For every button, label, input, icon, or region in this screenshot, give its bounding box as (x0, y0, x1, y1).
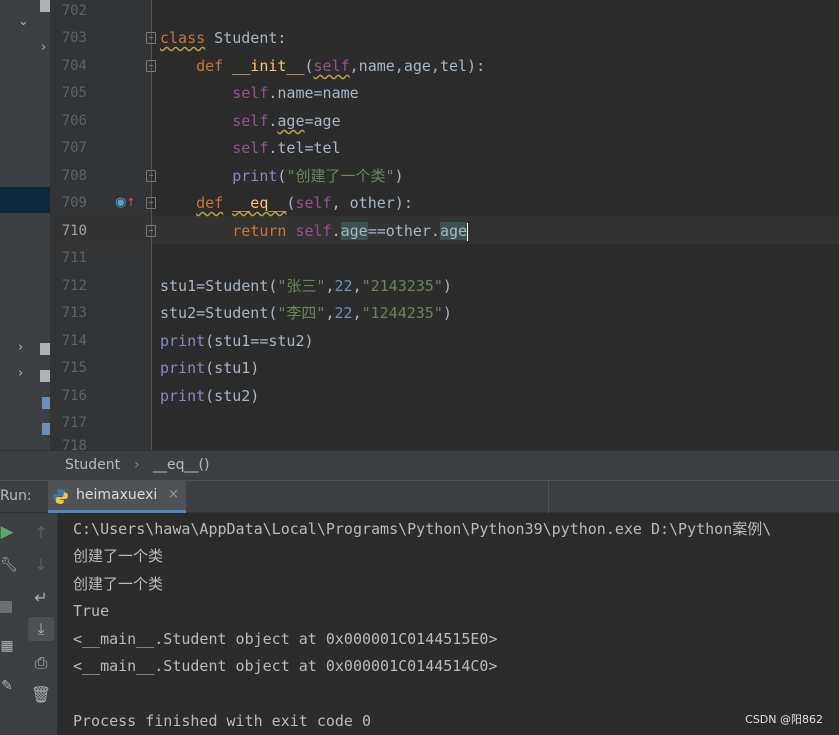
fold-marker-icon[interactable] (146, 32, 156, 44)
chevron-right-icon[interactable]: › (41, 40, 46, 55)
console-line: True (73, 602, 110, 620)
line-number: 706 (61, 113, 87, 129)
close-icon[interactable]: × (168, 487, 179, 502)
fold-marker-icon[interactable] (146, 170, 156, 182)
line-number: 711 (61, 250, 87, 266)
line-number: 708 (61, 168, 87, 184)
line-number: 715 (61, 360, 87, 376)
wrench-icon[interactable]: 🔧︎ (0, 553, 18, 577)
line-number: 709 (61, 195, 87, 211)
fold-marker-icon[interactable] (146, 197, 156, 209)
line-number: 707 (61, 140, 87, 156)
line-number: 716 (61, 388, 87, 404)
code-line: print("创建了一个类") (232, 167, 404, 185)
trash-icon[interactable]: 🗑︎ (29, 683, 53, 707)
code-line: self.name=name (232, 84, 359, 102)
project-panel-strip (0, 451, 50, 481)
scroll-up-icon[interactable]: ↑ (29, 521, 53, 545)
breadcrumb-separator: › (134, 457, 140, 473)
line-number: 717 (61, 415, 87, 431)
code-line: def __init__(self,name,age,tel): (196, 57, 486, 75)
chevron-down-icon[interactable]: ⌄ (18, 14, 29, 29)
breadcrumb: Student › __eq__() (0, 450, 839, 481)
run-tab[interactable]: heimaxuexi × (48, 481, 186, 513)
code-line: self.tel=tel (232, 139, 341, 157)
breadcrumb-class[interactable]: Student (65, 457, 120, 473)
console-line: <__main__.Student object at 0x000001C014… (73, 630, 498, 648)
divider (548, 481, 549, 514)
console-line: Process finished with exit code 0 (73, 712, 372, 730)
code-line: print(stu1) (160, 359, 260, 377)
code-line: def __eq__(self, other): (196, 194, 413, 212)
code-line: stu1=Student("张三",22,"2143235") (160, 277, 452, 295)
python-icon (53, 489, 68, 504)
fold-marker-icon[interactable] (146, 225, 156, 237)
code-line: print(stu2) (160, 387, 260, 405)
stop-icon[interactable] (0, 601, 12, 613)
line-number: 703 (61, 30, 87, 46)
project-selected-row[interactable] (0, 187, 50, 213)
folder-icon (40, 370, 50, 382)
line-number: 704 (61, 58, 87, 74)
console-line: <__main__.Student object at 0x000001C014… (73, 657, 498, 675)
line-number: 718 (61, 438, 87, 450)
chevron-right-icon[interactable]: › (18, 366, 23, 381)
breadcrumb-method[interactable]: __eq__() (153, 457, 209, 473)
pin-icon[interactable]: ✎ (0, 674, 14, 698)
run-tool-window-header: Run: heimaxuexi × (0, 480, 839, 514)
run-toolbar-primary (0, 513, 22, 735)
line-number: 712 (61, 278, 87, 294)
run-console[interactable]: C:\Users\hawa\AppData\Local\Programs\Pyt… (58, 513, 839, 735)
line-number: 705 (61, 85, 87, 101)
code-line: class Student: (160, 29, 287, 47)
line-number: 713 (61, 305, 87, 321)
line-number-current: 710 (61, 223, 87, 239)
project-panel-strip (0, 0, 50, 450)
scroll-to-end-icon[interactable]: ⤓ (28, 617, 54, 641)
run-tab-label: heimaxuexi (76, 487, 158, 503)
text-caret (467, 222, 469, 241)
scroll-down-icon[interactable]: ↓ (29, 553, 53, 577)
console-line: 创建了一个类 (73, 575, 164, 593)
code-line: print(stu1==stu2) (160, 332, 314, 350)
code-line: self.age=age (232, 112, 341, 130)
run-icon[interactable]: ▶ (0, 520, 14, 544)
print-icon[interactable]: ⎙ (29, 651, 53, 675)
line-number: 702 (61, 3, 87, 19)
run-label: Run: (0, 488, 32, 504)
code-line-current: return self.age==other.age (232, 222, 469, 241)
console-line: C:\Users\hawa\AppData\Local\Programs\Pyt… (73, 520, 772, 538)
watermark: CSDN @阳862 (745, 713, 823, 726)
code-line: stu2=Student("李四",22,"1244235") (160, 304, 452, 322)
fold-marker-icon[interactable] (146, 60, 156, 72)
folder-icon (40, 343, 50, 355)
file-icon (40, 0, 50, 12)
layout-icon[interactable]: ▦ (0, 634, 14, 658)
override-icon[interactable]: ◉↑ (115, 195, 136, 210)
console-line: 创建了一个类 (73, 547, 164, 565)
chevron-right-icon[interactable]: › (18, 340, 23, 355)
line-number: 714 (61, 333, 87, 349)
soft-wrap-icon[interactable]: ↵ (29, 586, 53, 610)
